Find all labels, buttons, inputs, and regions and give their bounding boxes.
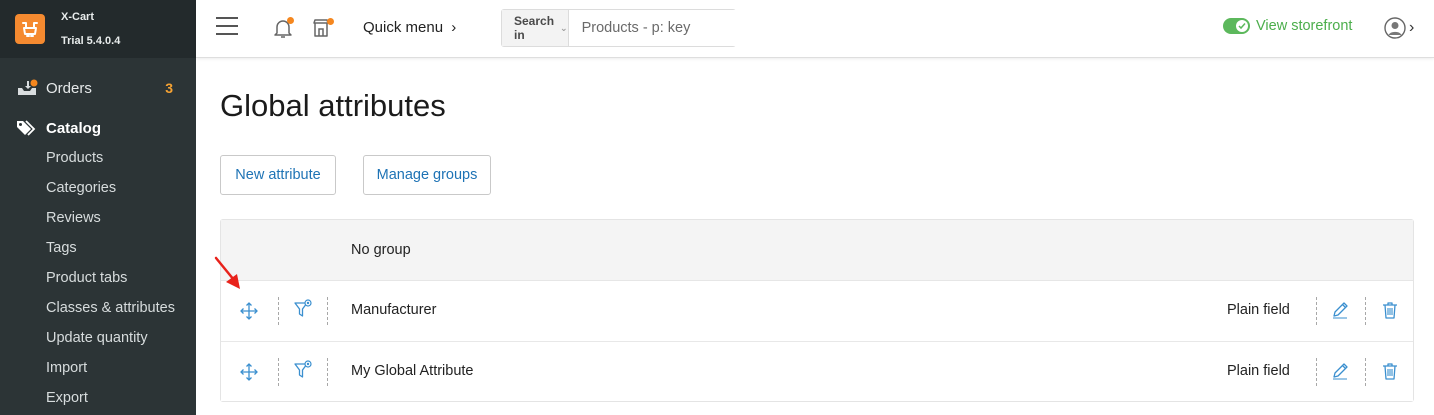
store-icon[interactable] <box>311 16 335 40</box>
quick-menu-button[interactable]: Quick menu › <box>363 19 456 36</box>
move-arrows-icon[interactable] <box>239 362 259 387</box>
sidebar-item-update-quantity[interactable]: Update quantity <box>0 323 196 353</box>
xcart-logo-icon[interactable] <box>15 14 45 44</box>
sidebar-item-catalog[interactable]: Catalog <box>0 113 196 143</box>
sidebar-item-products[interactable]: Products <box>0 143 196 173</box>
quick-menu-label: Quick menu <box>363 19 444 36</box>
orders-count-badge: 3 <box>165 80 173 96</box>
sidebar-item-export[interactable]: Export <box>0 383 196 413</box>
pencil-icon[interactable] <box>1331 301 1349 324</box>
attribute-name[interactable]: My Global Attribute <box>351 363 474 379</box>
app-name: X-Cart <box>61 11 95 23</box>
table-row: My Global Attribute Plain field <box>221 341 1413 401</box>
sidebar-item-import[interactable]: Import <box>0 353 196 383</box>
user-menu[interactable]: › <box>1384 17 1414 39</box>
sidebar-item-label: Catalog <box>46 119 102 137</box>
search-input[interactable] <box>568 10 769 46</box>
top-header: Quick menu › Search in ⌄ View storefront… <box>196 0 1434 58</box>
column-divider <box>278 358 279 386</box>
attribute-name[interactable]: Manufacturer <box>351 302 436 318</box>
table-row: Manufacturer Plain field <box>221 281 1413 341</box>
attributes-table: No group Manufacturer Plain field My Glo… <box>220 219 1414 402</box>
sidebar-item-tags[interactable]: Tags <box>0 233 196 263</box>
column-divider <box>327 358 328 386</box>
filter-icon[interactable] <box>293 360 313 387</box>
bell-icon[interactable] <box>271 16 295 40</box>
storefront-label: View storefront <box>1256 18 1353 34</box>
filter-icon[interactable] <box>293 299 313 326</box>
tags-icon <box>16 119 38 137</box>
annotation-arrow-icon <box>214 256 240 289</box>
move-arrows-icon[interactable] <box>239 301 259 326</box>
column-divider <box>327 297 328 325</box>
new-attribute-button[interactable]: New attribute <box>220 155 336 195</box>
group-label: No group <box>351 242 411 258</box>
sidebar-item-reviews[interactable]: Reviews <box>0 203 196 233</box>
sidebar-item-classes-attributes[interactable]: Classes & attributes <box>0 293 196 323</box>
column-divider <box>1365 358 1366 386</box>
orders-tray-icon <box>16 79 38 97</box>
store-notification-dot <box>327 18 334 25</box>
column-divider <box>1316 297 1317 325</box>
view-storefront-link[interactable]: View storefront <box>1223 18 1352 34</box>
search-scope-label: Search in <box>514 14 555 42</box>
brand: X-Cart Trial 5.4.0.4 <box>0 0 196 58</box>
brand-text: X-Cart Trial 5.4.0.4 <box>61 5 120 53</box>
app-version: Trial 5.4.0.4 <box>61 35 121 47</box>
column-divider <box>278 297 279 325</box>
chevron-down-icon: ⌄ <box>560 22 568 33</box>
user-circle-icon <box>1384 17 1406 39</box>
notification-dot <box>287 17 294 24</box>
check-icon <box>1236 20 1248 32</box>
sidebar-item-categories[interactable]: Categories <box>0 173 196 203</box>
sidebar-item-orders[interactable]: Orders 3 <box>0 73 196 103</box>
chevron-right-icon: › <box>1409 19 1415 36</box>
hamburger-menu-icon[interactable] <box>216 17 238 37</box>
trash-icon[interactable] <box>1381 362 1399 385</box>
sidebar-item-product-tabs[interactable]: Product tabs <box>0 263 196 293</box>
search-box: Search in ⌄ <box>501 9 769 47</box>
sidebar: X-Cart Trial 5.4.0.4 Orders 3 Catalog Pr… <box>0 0 196 415</box>
attribute-type: Plain field <box>1227 363 1290 379</box>
attribute-type: Plain field <box>1227 302 1290 318</box>
sidebar-item-label: Orders <box>46 79 92 97</box>
group-header-row: No group <box>221 220 1413 281</box>
trash-icon[interactable] <box>1381 301 1399 324</box>
page-title: Global attributes <box>220 88 446 123</box>
storefront-toggle[interactable] <box>1223 18 1250 34</box>
column-divider <box>1365 297 1366 325</box>
pencil-icon[interactable] <box>1331 362 1349 385</box>
search-scope-select[interactable]: Search in ⌄ <box>502 10 569 46</box>
manage-groups-button[interactable]: Manage groups <box>363 155 491 195</box>
chevron-right-icon: › <box>451 19 457 36</box>
column-divider <box>1316 358 1317 386</box>
